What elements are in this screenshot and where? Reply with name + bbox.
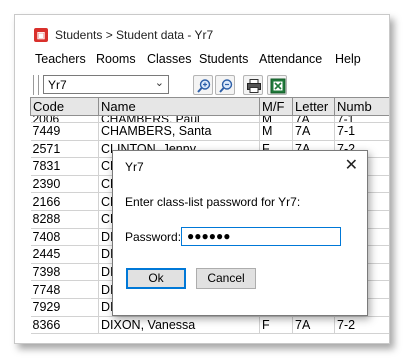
cell-code: 2571 — [30, 140, 99, 159]
menu-classes[interactable]: Classes — [147, 52, 191, 66]
column-header-gender[interactable]: M/F — [259, 97, 293, 116]
window-title: Students > Student data - Yr7 — [55, 28, 214, 42]
cell-code: 2166 — [30, 192, 99, 211]
students-app-icon: ▣ — [34, 28, 48, 42]
zoom-in-icon — [197, 79, 211, 93]
class-select[interactable]: Yr7 ⌄ — [43, 75, 169, 94]
cell-code: 2006 — [30, 115, 99, 123]
excel-icon — [270, 78, 286, 94]
cell-code: 7831 — [30, 157, 99, 176]
cell-name: CHAMBERS, Santa — [98, 122, 260, 141]
zoom-out-button[interactable] — [215, 75, 235, 95]
table-header-row: Code Name M/F Letter Numb — [30, 97, 389, 116]
cell-name: CHAMBERS, Paul — [98, 115, 260, 123]
cell-letter: 7A — [292, 122, 335, 141]
class-select-value: Yr7 — [48, 78, 67, 92]
menu-students[interactable]: Students — [199, 52, 248, 66]
cell-code: 2445 — [30, 245, 99, 264]
cell-gender: M — [259, 122, 293, 141]
print-button[interactable] — [243, 75, 263, 95]
menu-bar: Teachers Rooms Classes Students Attendan… — [15, 49, 389, 69]
cell-code: 7748 — [30, 280, 99, 299]
password-label: Password: — [125, 230, 182, 244]
ok-button[interactable]: Ok — [126, 268, 186, 289]
cell-code: 2390 — [30, 175, 99, 194]
cell-name: DIXON, Vanessa — [98, 316, 260, 335]
menu-rooms[interactable]: Rooms — [96, 52, 136, 66]
table-row[interactable]: 7449 CHAMBERS, Santa M 7A 7-1 — [30, 122, 389, 141]
dialog-title: Yr7 — [125, 160, 144, 174]
password-dialog: Yr7 ✕ Enter class-list password for Yr7:… — [112, 150, 368, 316]
cell-code: 7398 — [30, 263, 99, 282]
zoom-out-icon — [219, 79, 233, 93]
cell-number: 7-1 — [334, 115, 389, 123]
column-header-name[interactable]: Name — [98, 97, 260, 116]
cell-code: 7449 — [30, 122, 99, 141]
toolbar-grip[interactable] — [33, 75, 39, 95]
title-bar: ▣ Students > Student data - Yr7 — [15, 15, 389, 45]
column-header-code[interactable]: Code — [30, 97, 99, 116]
cell-code: 8366 — [30, 316, 99, 335]
table-row[interactable]: 8366 DIXON, Vanessa F 7A 7-2 — [30, 316, 389, 335]
cell-code: 7408 — [30, 228, 99, 247]
dialog-prompt: Enter class-list password for Yr7: — [125, 195, 301, 209]
table-row[interactable]: 2006 CHAMBERS, Paul M 7A 7-1 — [30, 115, 389, 123]
menu-teachers[interactable]: Teachers — [35, 52, 86, 66]
app-window: ▣ Students > Student data - Yr7 Teachers… — [14, 14, 390, 344]
column-header-number[interactable]: Numb — [334, 97, 389, 116]
export-excel-button[interactable] — [267, 75, 287, 95]
cell-number: 7-1 — [334, 122, 389, 141]
menu-attendance[interactable]: Attendance — [259, 52, 322, 66]
cell-letter: 7A — [292, 115, 335, 123]
print-icon — [247, 79, 261, 93]
cell-code: 8288 — [30, 210, 99, 229]
cell-gender: F — [259, 316, 293, 335]
cancel-button[interactable]: Cancel — [196, 268, 256, 289]
cell-number: 7-2 — [334, 316, 389, 335]
close-icon[interactable]: ✕ — [345, 155, 358, 175]
column-header-letter[interactable]: Letter — [292, 97, 335, 116]
cell-gender: M — [259, 115, 293, 123]
zoom-in-button[interactable] — [193, 75, 213, 95]
password-field[interactable]: ●●●●●● — [181, 227, 341, 246]
cell-code: 7929 — [30, 298, 99, 317]
chevron-down-icon: ⌄ — [154, 77, 164, 89]
cell-letter: 7A — [292, 316, 335, 335]
toolbar: Yr7 ⌄ — [15, 73, 389, 97]
menu-help[interactable]: Help — [335, 52, 361, 66]
